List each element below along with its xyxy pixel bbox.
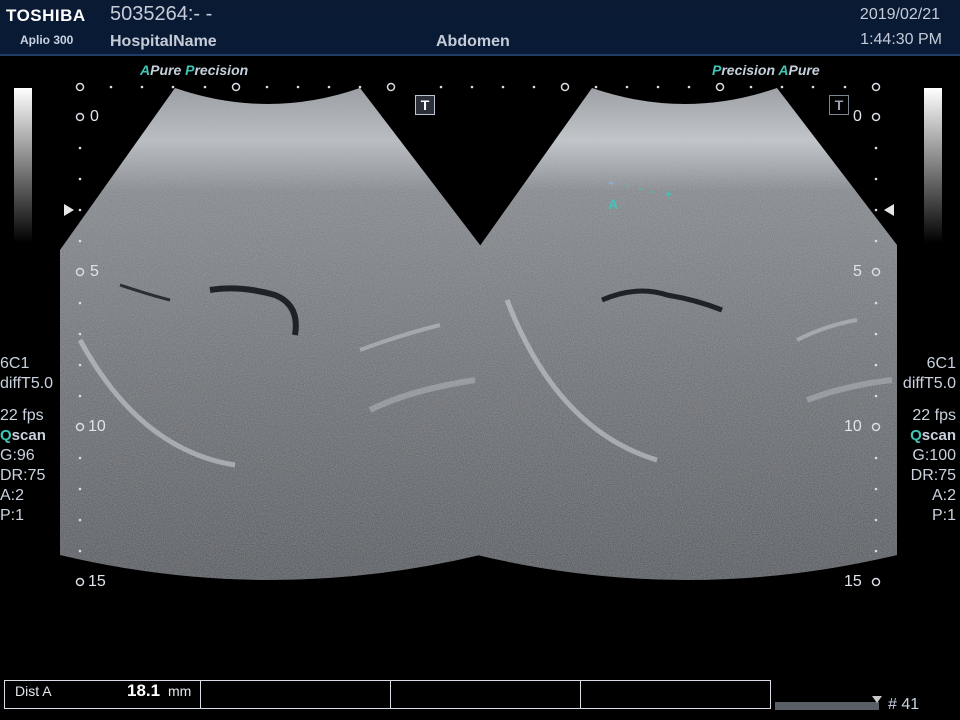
grayscale-bar-left: [14, 88, 32, 243]
cine-position-marker-icon[interactable]: [872, 696, 882, 703]
a-value: A:2: [931, 487, 956, 504]
measurement-unit: mm: [168, 683, 192, 699]
params-panel-right: 6C1 diffT5.0 22 fps Qscan G:100 DR:75 A:…: [903, 354, 956, 526]
focus-marker-right-icon[interactable]: [884, 204, 894, 216]
t-marker-right[interactable]: T: [829, 95, 849, 115]
preset-name: diffT5.0: [902, 375, 956, 392]
depth-label-left-15: 15: [88, 573, 106, 590]
p-value: P:1: [0, 507, 25, 524]
measurement-cell-empty[interactable]: [391, 681, 581, 708]
caliper-label: A: [608, 196, 619, 212]
ultrasound-image-right[interactable]: + +: [477, 80, 897, 585]
probe-name: 6C1: [926, 355, 956, 372]
qscan-label: Qscan: [910, 427, 956, 444]
exam-time: 1:44:30 PM: [860, 31, 942, 48]
p-value: P:1: [931, 507, 956, 524]
depth-label-right-15: 15: [844, 573, 862, 590]
depth-label-right-5: 5: [853, 263, 862, 280]
header-bar: TOSHIBA Aplio 300 5035264:- - HospitalNa…: [0, 0, 960, 56]
depth-label-right-10: 10: [844, 418, 862, 435]
brand-logo: TOSHIBA: [6, 6, 86, 25]
hospital-name: HospitalName: [110, 33, 217, 50]
gain-value: G:100: [912, 447, 956, 464]
dynamic-range-value: DR:75: [0, 467, 46, 484]
ultrasound-image-left[interactable]: [60, 80, 480, 585]
focus-marker-left-icon[interactable]: [64, 204, 74, 216]
mode-label-right: Precision APure: [712, 62, 820, 78]
system-model: Aplio 300: [20, 33, 74, 47]
depth-label-left-0: 0: [90, 108, 99, 125]
measurement-cell-empty[interactable]: [201, 681, 391, 708]
cine-scrollbar[interactable]: [775, 702, 879, 710]
preset-name: diffT5.0: [0, 375, 54, 392]
caliper-end-icon: +: [665, 187, 672, 201]
measurement-cell-empty[interactable]: [581, 681, 770, 708]
depth-label-left-10: 10: [88, 418, 106, 435]
depth-label-left-5: 5: [90, 263, 99, 280]
gain-value: G:96: [0, 447, 35, 464]
ultrasound-fan-right: + +: [477, 88, 897, 580]
depth-label-right-0: 0: [853, 108, 862, 125]
grayscale-bar-right: [924, 88, 942, 243]
frame-number: # 41: [888, 696, 920, 713]
t-marker-left[interactable]: T: [415, 95, 435, 115]
measurement-cell-dist-a[interactable]: Dist A 18.1 mm: [5, 681, 201, 708]
measurement-label: Dist A: [15, 683, 52, 699]
probe-name: 6C1: [0, 355, 30, 372]
frame-rate: 22 fps: [0, 407, 44, 424]
mode-label-left: APure Precision: [140, 62, 249, 78]
patient-id: 5035264:- -: [110, 3, 213, 25]
frame-rate: 22 fps: [912, 407, 956, 424]
measurement-value: 18.1: [127, 681, 161, 700]
params-panel-left: 6C1 diffT5.0 22 fps Qscan G:96 DR:75 A:2…: [0, 354, 53, 526]
caliper-start-icon: +: [608, 176, 615, 190]
a-value: A:2: [0, 487, 25, 504]
exam-date: 2019/02/21: [859, 6, 940, 23]
dynamic-range-value: DR:75: [910, 467, 956, 484]
qscan-label: Qscan: [0, 427, 46, 444]
measurement-table: Dist A 18.1 mm: [4, 680, 771, 709]
exam-type: Abdomen: [436, 33, 510, 50]
ultrasound-fan-left: [60, 88, 480, 580]
